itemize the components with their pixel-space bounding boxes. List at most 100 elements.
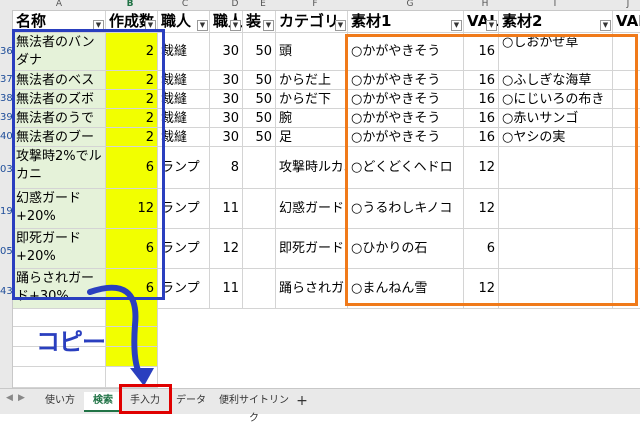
row-number[interactable]: 19: [0, 206, 12, 217]
column-d-header[interactable]: D: [225, 0, 245, 9]
cell-material2[interactable]: [499, 189, 613, 229]
cell-value2[interactable]: 4: [613, 90, 640, 109]
cell-material2[interactable]: ○ふしぎな海草: [499, 71, 613, 90]
cell-craftsman[interactable]: 裁縫: [158, 109, 210, 128]
cell-value1[interactable]: 12: [464, 147, 499, 189]
cell-name[interactable]: 無法者のうでわ: [13, 109, 106, 128]
cell-value1[interactable]: 12: [464, 269, 499, 309]
cell-equip[interactable]: [243, 269, 276, 309]
cell-count[interactable]: 6: [106, 229, 158, 269]
cell-craftsman-level[interactable]: 30: [210, 71, 243, 90]
tab-usage[interactable]: 使い方: [38, 392, 82, 410]
filter-dropdown-icon[interactable]: ▼: [486, 20, 497, 31]
cell-craftsman-level[interactable]: 8: [210, 147, 243, 189]
filter-dropdown-icon[interactable]: ▼: [197, 20, 208, 31]
cell-count[interactable]: 2: [106, 90, 158, 109]
add-sheet-button[interactable]: +: [293, 392, 311, 410]
cell-value2[interactable]: [613, 147, 640, 189]
cell-name[interactable]: 即死ガード+20%: [13, 229, 106, 269]
cell-craftsman-level[interactable]: 30: [210, 33, 243, 71]
cell-value1[interactable]: 16: [464, 109, 499, 128]
cell-category[interactable]: からだ上: [276, 71, 348, 90]
row-number[interactable]: 05: [0, 246, 12, 257]
cell-craftsman-level[interactable]: 30: [210, 90, 243, 109]
cell-craftsman-level[interactable]: 11: [210, 269, 243, 309]
header-value2[interactable]: VAL: [613, 11, 640, 33]
cell-material2[interactable]: ○にじいろの布きれ: [499, 90, 613, 109]
header-name[interactable]: 名称 ▼: [13, 11, 106, 33]
cell-material1[interactable]: ○どくどくヘドロ: [348, 147, 464, 189]
cell-count[interactable]: 2: [106, 128, 158, 147]
cell-name[interactable]: 無法者のベスト: [13, 71, 106, 90]
scroll-left-icon[interactable]: ◀: [6, 393, 13, 403]
cell-value2[interactable]: [613, 269, 640, 309]
column-b-header[interactable]: B: [120, 0, 140, 9]
cell-material1[interactable]: ○まんねん雪: [348, 269, 464, 309]
header-material1[interactable]: 素材1 ▼: [348, 11, 464, 33]
cell-material1[interactable]: ○かがやきそう: [348, 33, 464, 71]
cell-value1[interactable]: 6: [464, 229, 499, 269]
cell-material1[interactable]: ○かがやきそう: [348, 90, 464, 109]
cell-name[interactable]: 幻惑ガード+20%: [13, 189, 106, 229]
cell-value2[interactable]: 6: [613, 71, 640, 90]
filter-dropdown-icon[interactable]: ▼: [451, 20, 462, 31]
column-j-header[interactable]: J: [618, 0, 638, 9]
cell-material1[interactable]: ○かがやきそう: [348, 109, 464, 128]
cell-material2[interactable]: [499, 147, 613, 189]
cell-material1[interactable]: ○うるわしキノコ: [348, 189, 464, 229]
cell-craftsman[interactable]: 裁縫: [158, 90, 210, 109]
cell-equip[interactable]: [243, 147, 276, 189]
cell-equip[interactable]: 50: [243, 128, 276, 147]
filter-dropdown-icon[interactable]: ▼: [93, 20, 104, 31]
cell-craftsman-level[interactable]: 30: [210, 128, 243, 147]
tab-search[interactable]: 検索: [84, 392, 122, 412]
cell-material1[interactable]: ○かがやきそう: [348, 71, 464, 90]
cell-equip[interactable]: 50: [243, 33, 276, 71]
cell-craftsman-level[interactable]: 30: [210, 109, 243, 128]
column-g-header[interactable]: G: [400, 0, 420, 9]
cell-category[interactable]: 頭: [276, 33, 348, 71]
cell-material2[interactable]: ○しおかぜ草: [499, 33, 613, 71]
cell-craftsman[interactable]: ランプ: [158, 229, 210, 269]
scroll-right-icon[interactable]: ▶: [18, 393, 25, 403]
cell-material2[interactable]: ○ヤシの実: [499, 128, 613, 147]
cell-craftsman[interactable]: 裁縫: [158, 33, 210, 71]
filter-dropdown-icon[interactable]: ▼: [263, 20, 274, 31]
header-craftsman[interactable]: 職人 ▼: [158, 11, 210, 33]
cell-material1[interactable]: ○ひかりの石: [348, 229, 464, 269]
cell-equip[interactable]: [243, 229, 276, 269]
cell-count[interactable]: 2: [106, 33, 158, 71]
cell-craftsman-level[interactable]: 11: [210, 189, 243, 229]
cell-value2[interactable]: 3: [613, 33, 640, 71]
tab-useful-links[interactable]: 便利サイトリンク: [216, 392, 292, 424]
header-craftsman-level[interactable]: 職人 ▼: [210, 11, 243, 33]
column-a-header[interactable]: A: [44, 0, 74, 9]
row-number[interactable]: 37: [0, 74, 12, 85]
cell-name[interactable]: 攻撃時2%でルカニ: [13, 147, 106, 189]
row-number[interactable]: 40: [0, 131, 12, 142]
cell-value1[interactable]: 16: [464, 90, 499, 109]
tab-manual-input[interactable]: 手入力: [124, 392, 166, 410]
cell-craftsman[interactable]: 裁縫: [158, 128, 210, 147]
cell-category[interactable]: 幻惑ガード: [276, 189, 348, 229]
cell-category[interactable]: 腕: [276, 109, 348, 128]
header-category[interactable]: カテゴリ ▼: [276, 11, 348, 33]
cell-value2[interactable]: [613, 189, 640, 229]
cell-craftsman[interactable]: 裁縫: [158, 71, 210, 90]
header-equip[interactable]: 装 ▼: [243, 11, 276, 33]
row-number[interactable]: 36: [0, 46, 12, 57]
row-number[interactable]: 43: [0, 286, 12, 297]
column-i-header[interactable]: I: [545, 0, 565, 9]
column-h-header[interactable]: H: [475, 0, 495, 9]
cell-name[interactable]: 無法者のバンダナ: [13, 33, 106, 71]
row-number[interactable]: 39: [0, 112, 12, 123]
cell-craftsman[interactable]: ランプ: [158, 189, 210, 229]
cell-craftsman[interactable]: ランプ: [158, 147, 210, 189]
cell-count[interactable]: 2: [106, 109, 158, 128]
column-c-header[interactable]: C: [175, 0, 195, 9]
cell-craftsman-level[interactable]: 12: [210, 229, 243, 269]
cell-material2[interactable]: [499, 269, 613, 309]
cell-category[interactable]: 攻撃時ルカニ: [276, 147, 348, 189]
cell-name[interactable]: 無法者のズボン: [13, 90, 106, 109]
cell-equip[interactable]: 50: [243, 109, 276, 128]
